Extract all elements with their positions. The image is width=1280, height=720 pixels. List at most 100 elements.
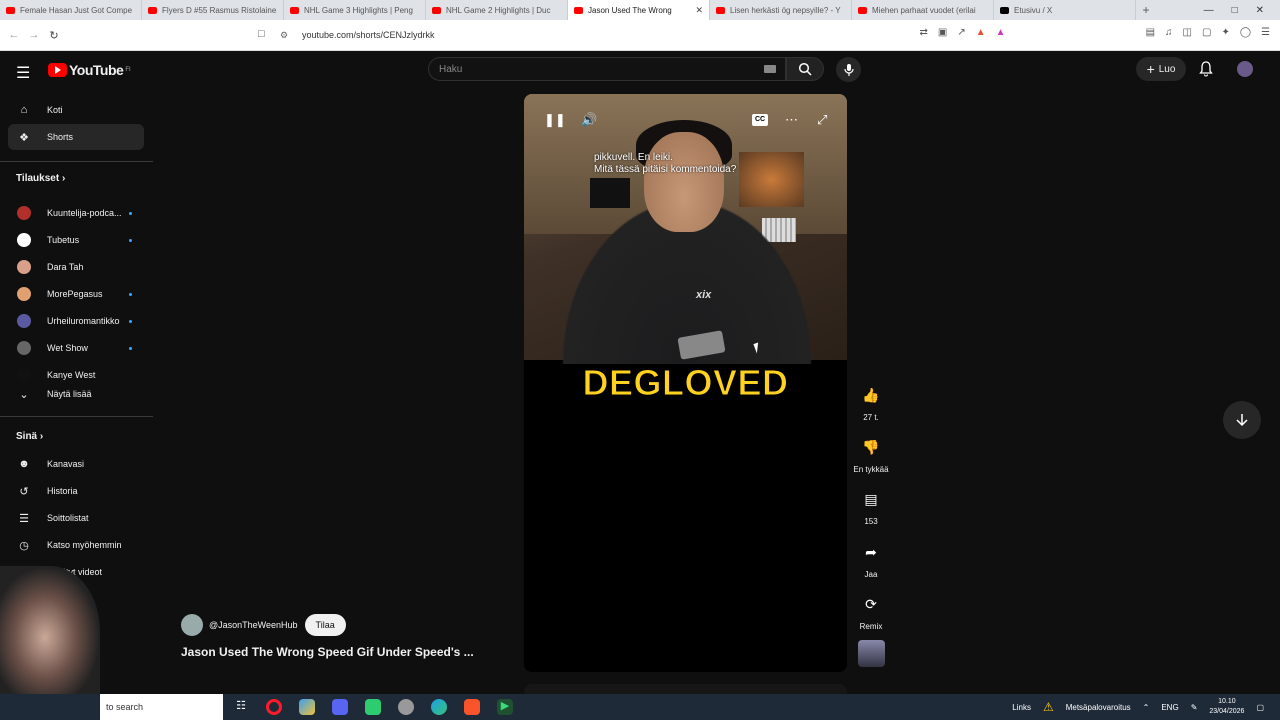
channel-avatar bbox=[17, 260, 31, 274]
more-options-icon[interactable]: ⋯ bbox=[785, 112, 798, 128]
comments-button[interactable]: ▤ 153 bbox=[856, 484, 886, 527]
next-short-preview[interactable] bbox=[524, 684, 847, 694]
links-toolbar[interactable]: Links bbox=[1012, 703, 1031, 712]
browser-tab[interactable]: NHL Game 2 Highlights | Duc bbox=[426, 0, 568, 20]
create-button[interactable]: + Luo bbox=[1136, 57, 1186, 81]
subscription-item[interactable]: Dara Tah bbox=[8, 254, 144, 280]
browser-tab[interactable]: Miehen parhaat vuodet (erilai bbox=[852, 0, 994, 20]
taskbar-search[interactable]: to search bbox=[100, 694, 223, 720]
task-view-icon[interactable]: ☷ bbox=[233, 699, 249, 715]
shirt-logo: xix bbox=[696, 289, 712, 301]
edge-icon[interactable] bbox=[431, 699, 447, 715]
search-button[interactable] bbox=[786, 57, 824, 81]
brave-icon[interactable] bbox=[464, 699, 480, 715]
browser-tab[interactable]: Flyers D #55 Rasmus Ristolaine bbox=[142, 0, 284, 20]
weather-warning[interactable]: Metsäpalovaroitus bbox=[1066, 703, 1131, 712]
youtube-icon bbox=[858, 6, 867, 14]
app-icon[interactable] bbox=[365, 699, 381, 715]
site-info-icon[interactable]: ⚙ bbox=[280, 30, 292, 41]
new-tab-icon[interactable]: + bbox=[1136, 3, 1156, 17]
media-icon[interactable]: ♫ bbox=[1165, 27, 1173, 38]
bookmark-icon[interactable]: □ bbox=[258, 28, 265, 40]
search-input[interactable]: Haku bbox=[428, 57, 786, 81]
paint-icon[interactable] bbox=[299, 699, 315, 715]
menu-icon[interactable]: ☰ bbox=[1261, 27, 1270, 38]
sidebar-item-history[interactable]: ↺ Historia bbox=[8, 478, 144, 504]
subtitle-line: Mitä tässä pitäisi kommentoida? bbox=[594, 164, 737, 175]
voice-search-button[interactable] bbox=[836, 57, 861, 82]
sidebar-item-playlist[interactable]: ☰ Soittolistat bbox=[8, 505, 144, 531]
sidebar-toggle-icon[interactable]: ◫ bbox=[1183, 27, 1192, 38]
browser-tab[interactable]: Female Hasan Just Got Compe bbox=[0, 0, 142, 20]
subscriptions-header[interactable]: Tilaukset › bbox=[16, 173, 65, 184]
chevron-up-icon[interactable]: ⌃ bbox=[1143, 703, 1150, 712]
channel-handle[interactable]: @JasonTheWeenHub bbox=[209, 620, 298, 630]
language-indicator[interactable]: ENG bbox=[1161, 703, 1178, 712]
youtube-icon bbox=[574, 6, 583, 14]
notifications-icon[interactable]: ▢ bbox=[1256, 703, 1264, 712]
keyboard-icon[interactable] bbox=[764, 65, 776, 73]
sidebar-item-home[interactable]: ⌂ Koti bbox=[8, 97, 144, 123]
cast-icon[interactable]: ▣ bbox=[938, 27, 947, 38]
you-header[interactable]: Sinä › bbox=[16, 431, 43, 442]
subscription-item[interactable]: Urheiluromantikko bbox=[8, 308, 144, 334]
forward-icon[interactable]: → bbox=[24, 29, 44, 41]
browser-tab[interactable]: Jason Used The Wrong ✕ bbox=[568, 0, 710, 20]
show-more-button[interactable]: ⌄ Näytä lisää bbox=[8, 381, 144, 407]
share-page-icon[interactable]: ↗ bbox=[957, 27, 965, 38]
share-button[interactable]: ➦ Jaa bbox=[856, 537, 886, 580]
discord-icon[interactable] bbox=[332, 699, 348, 715]
channel-avatar[interactable] bbox=[181, 614, 203, 636]
like-button[interactable]: 👍 27 t. bbox=[856, 380, 886, 423]
menu-icon[interactable]: ☰ bbox=[16, 63, 30, 83]
subscription-item[interactable]: Tubetus bbox=[8, 227, 144, 253]
reload-icon[interactable]: ↻ bbox=[44, 29, 64, 42]
close-icon[interactable]: ✕ bbox=[695, 5, 703, 16]
vpn-icon[interactable]: ◯ bbox=[1240, 27, 1251, 38]
divider bbox=[0, 161, 153, 162]
captions-button[interactable]: CC bbox=[752, 114, 768, 126]
notifications-bell-icon[interactable] bbox=[1199, 61, 1213, 82]
youtube-logo[interactable]: YouTube FI bbox=[48, 62, 131, 78]
reader-icon[interactable]: ▤ bbox=[1146, 27, 1155, 38]
pause-button[interactable]: ❚❚ bbox=[544, 112, 566, 128]
brave-shield-icon[interactable]: ▲ bbox=[976, 27, 986, 38]
browser-tab[interactable]: NHL Game 3 Highlights | Peng bbox=[284, 0, 426, 20]
translate-icon[interactable]: ⇄ bbox=[920, 27, 928, 38]
volume-icon[interactable]: 🔊 bbox=[581, 112, 597, 128]
sidebar-item-shorts[interactable]: ❖ Shorts bbox=[8, 124, 144, 150]
video-title[interactable]: Jason Used The Wrong Speed Gif Under Spe… bbox=[181, 645, 474, 659]
maximize-icon[interactable]: □ bbox=[1232, 5, 1238, 16]
media-app-icon[interactable]: ▶ bbox=[497, 699, 513, 715]
rewards-icon[interactable]: ▲ bbox=[996, 27, 1006, 38]
wallet-icon[interactable]: ▢ bbox=[1202, 27, 1211, 38]
subscribe-button[interactable]: Tilaa bbox=[304, 614, 346, 636]
thumbs-up-icon: 👍 bbox=[862, 386, 880, 403]
close-window-icon[interactable]: ✕ bbox=[1256, 5, 1264, 16]
browser-tab[interactable]: Lisen herkästi ög nepsyille? - Y bbox=[710, 0, 852, 20]
browser-tab[interactable]: Etusivu / X bbox=[994, 0, 1136, 20]
subscription-item[interactable]: Kuuntelija-podca... bbox=[8, 200, 144, 226]
fullscreen-icon[interactable]: ⤢ bbox=[817, 112, 827, 128]
shorts-video-player[interactable]: xix ❚❚ 🔊 CC ⋯ ⤢ pikkuvell. En leiki. Mit… bbox=[524, 94, 847, 672]
settings-icon[interactable] bbox=[398, 699, 414, 715]
sound-thumbnail[interactable] bbox=[858, 640, 885, 667]
sidebar-item-clock[interactable]: ◷ Katso myöhemmin bbox=[8, 532, 144, 558]
pen-icon[interactable]: ✎ bbox=[1191, 703, 1198, 712]
person-face bbox=[644, 132, 724, 232]
subscription-item[interactable]: Wet Show bbox=[8, 335, 144, 361]
leo-icon[interactable]: ✦ bbox=[1221, 27, 1229, 38]
clock[interactable]: 10.10 23/04/2026 bbox=[1209, 697, 1244, 717]
tab-title: NHL Game 2 Highlights | Duc bbox=[446, 5, 551, 15]
dislike-button[interactable]: 👎 En tykkää bbox=[853, 432, 888, 475]
subscription-item[interactable]: MorePegasus bbox=[8, 281, 144, 307]
opera-icon[interactable] bbox=[266, 699, 282, 715]
remix-button[interactable]: ⟳ Remix bbox=[856, 589, 886, 632]
next-video-button[interactable] bbox=[1223, 401, 1261, 439]
tab-title: Miehen parhaat vuodet (erilai bbox=[872, 5, 976, 15]
minimize-icon[interactable]: — bbox=[1204, 5, 1214, 16]
account-avatar[interactable] bbox=[1237, 61, 1253, 77]
address-bar[interactable]: ⚙ youtube.com/shorts/CENJzlydrkk bbox=[280, 24, 995, 46]
back-icon[interactable]: ← bbox=[4, 29, 24, 41]
sidebar-item-channel[interactable]: ☻ Kanavasi bbox=[8, 451, 144, 477]
